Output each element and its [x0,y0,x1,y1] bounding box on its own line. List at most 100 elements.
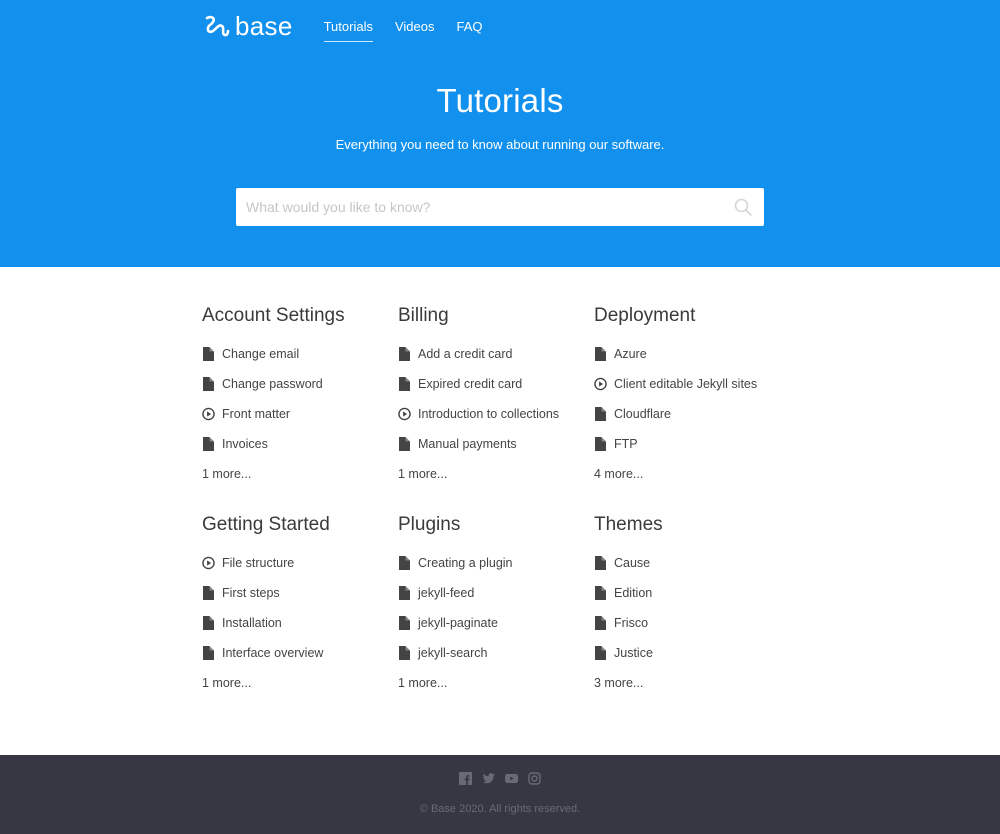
document-icon [202,586,222,600]
document-icon [202,377,222,391]
tutorial-label: jekyll-feed [418,586,475,600]
tutorial-link[interactable]: Client editable Jekyll sites [594,369,790,399]
document-icon [398,616,418,630]
tutorial-label: First steps [222,586,280,600]
tutorial-link[interactable]: Azure [594,339,790,369]
tutorial-link[interactable]: Change password [202,369,398,399]
tutorial-label: Expired credit card [418,377,523,391]
brand-name: base [235,11,293,41]
tutorial-label: FTP [614,437,638,451]
page-title: Tutorials [436,82,564,119]
nav-faq[interactable]: FAQ [456,13,482,40]
top-nav: base Tutorials Videos FAQ [204,0,494,52]
category-plugins: Plugins Creating a plugin jekyll-feed jekyl… [398,514,594,698]
brand-logo-link[interactable]: base [204,13,293,39]
page-subtitle: Everything you need to know about runnin… [335,137,665,152]
more-link[interactable]: 4 more... [594,459,790,489]
category-themes: Themes Cause Edition Frisco Justice 3 more... [594,514,790,698]
document-icon [594,407,614,421]
more-link[interactable]: 3 more... [594,668,790,698]
tutorial-link[interactable]: Cause [594,548,790,578]
instagram-icon[interactable] [528,772,541,785]
play-circle-icon [594,377,614,391]
tutorial-label: Change email [222,347,300,361]
tutorial-link[interactable]: Front matter [202,399,398,429]
youtube-icon[interactable] [505,772,518,785]
play-circle-icon [202,556,222,570]
tutorial-link[interactable]: Justice [594,638,790,668]
tutorial-link[interactable]: jekyll-paginate [398,608,594,638]
tutorial-link[interactable]: Expired credit card [398,369,594,399]
tutorial-label: Manual payments [418,437,517,451]
document-icon [398,556,418,570]
more-link[interactable]: 1 more... [202,668,398,698]
tutorial-label: Azure [614,347,647,361]
document-icon [202,437,222,451]
tutorial-link[interactable]: Installation [202,608,398,638]
tutorial-label: Cloudflare [614,407,671,421]
tutorial-link[interactable]: jekyll-feed [398,578,594,608]
nav-tutorials[interactable]: Tutorials [323,13,374,42]
document-icon [202,616,222,630]
nav-videos[interactable]: Videos [395,13,435,40]
footer: © Base 2020. All rights reserved. [0,755,1000,834]
tutorial-link[interactable]: Edition [594,578,790,608]
more-link[interactable]: 1 more... [398,459,594,489]
category-grid: Account Settings Change email Change passw… [202,305,802,698]
hero-header: base Tutorials Videos FAQ Tutorials Ever… [0,0,1000,267]
document-icon [202,347,222,361]
category-title: Plugins [398,514,461,535]
tutorial-label: File structure [222,556,295,570]
category-billing: Billing Add a credit card Expired credit c… [398,305,594,489]
facebook-icon[interactable] [459,772,472,785]
tutorial-link[interactable]: Introduction to collections [398,399,594,429]
category-getting-started: Getting Started File structure First steps… [202,514,398,698]
category-account-settings: Account Settings Change email Change passw… [202,305,398,489]
tutorial-label: Cause [614,556,651,570]
tutorial-label: Interface overview [222,646,324,660]
document-icon [594,347,614,361]
document-icon [398,377,418,391]
tutorial-label: Change password [222,377,323,391]
document-icon [594,646,614,660]
tutorial-link[interactable]: Creating a plugin [398,548,594,578]
tutorial-label: Creating a plugin [418,556,513,570]
document-icon [594,616,614,630]
tutorial-link[interactable]: Change email [202,339,398,369]
more-link[interactable]: 1 more... [202,459,398,489]
search-input[interactable] [236,188,764,226]
document-icon [202,646,222,660]
document-icon [398,437,418,451]
tutorials-content: Account Settings Change email Change passw… [0,267,1000,755]
category-title: Deployment [594,305,696,326]
document-icon [398,586,418,600]
play-circle-icon [398,407,418,421]
tutorial-link[interactable]: jekyll-search [398,638,594,668]
document-icon [594,586,614,600]
search-icon[interactable] [734,198,752,216]
tutorial-label: Front matter [222,407,291,421]
tutorial-link[interactable]: Add a credit card [398,339,594,369]
document-icon [594,556,614,570]
more-link[interactable]: 1 more... [398,668,594,698]
category-title: Billing [398,305,449,326]
tutorial-link[interactable]: Frisco [594,608,790,638]
tutorial-label: Invoices [222,437,268,451]
tutorial-link[interactable]: Manual payments [398,429,594,459]
tutorial-label: Client editable Jekyll sites [614,377,758,391]
search-box [236,188,764,226]
tutorial-link[interactable]: File structure [202,548,398,578]
category-title: Themes [594,514,663,535]
tutorial-label: jekyll-paginate [418,616,498,630]
tutorial-link[interactable]: FTP [594,429,790,459]
tutorial-link[interactable]: Cloudflare [594,399,790,429]
twitter-icon[interactable] [482,772,495,785]
tutorial-link[interactable]: Interface overview [202,638,398,668]
category-title: Account Settings [202,305,345,326]
tutorial-link[interactable]: First steps [202,578,398,608]
base-logo-icon [205,15,230,37]
tutorial-label: Justice [614,646,653,660]
tutorial-label: jekyll-search [418,646,488,660]
tutorial-link[interactable]: Invoices [202,429,398,459]
tutorial-label: Installation [222,616,282,630]
